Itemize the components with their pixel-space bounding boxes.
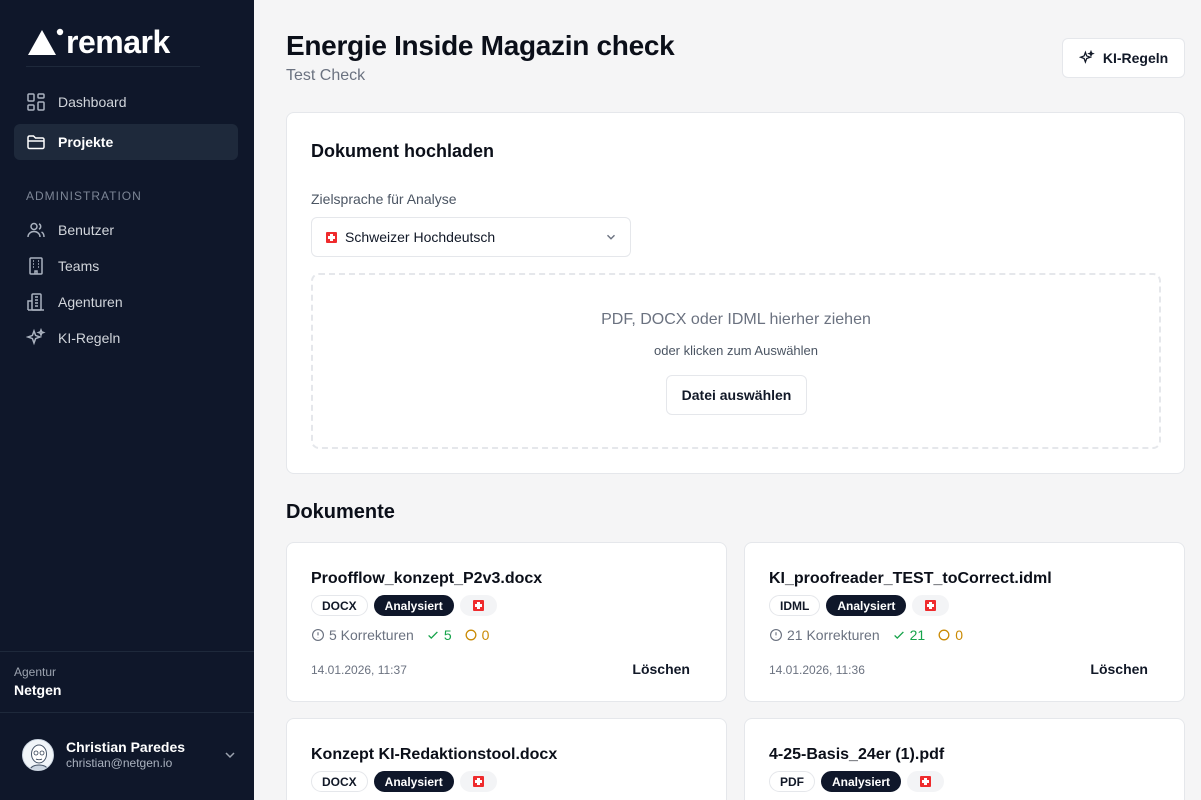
documents-title: Dokumente [286, 501, 395, 523]
language-badge [907, 771, 945, 792]
ki-regeln-button[interactable]: KI-Regeln [1062, 38, 1185, 78]
avatar [22, 739, 54, 771]
ki-regeln-label: KI-Regeln [1102, 50, 1169, 66]
language-badge [459, 771, 497, 792]
sidebar-item-label: Projekte [58, 134, 114, 150]
check-icon [427, 631, 438, 639]
upload-card: Dokument hochladen Zielsprache für Analy… [286, 112, 1185, 474]
choose-file-button[interactable]: Datei auswählen [666, 375, 807, 415]
file-type-badge: IDML [769, 595, 821, 616]
nav-section-heading: ADMINISTRATION [26, 189, 142, 203]
accepted-count: 5 [426, 627, 452, 643]
language-badge [459, 595, 497, 616]
user-name: Christian Paredes [66, 739, 186, 755]
open-count: 0 [937, 627, 963, 643]
divider [0, 651, 254, 652]
file-type-badge: DOCX [311, 771, 368, 792]
agency-name: Netgen [14, 682, 62, 698]
sparkles-icon [26, 328, 46, 346]
users-icon [27, 222, 45, 238]
document-card[interactable]: Proofflow_konzept_P2v3.docx DOCX Analysi… [286, 542, 727, 702]
open-count: 0 [464, 627, 489, 643]
swiss-flag-icon [925, 600, 937, 611]
language-select[interactable]: Schweizer Hochdeutsch [311, 217, 631, 257]
document-card[interactable]: Konzept KI-Redaktionstool.docx DOCX Anal… [286, 718, 727, 800]
language-badge [912, 595, 950, 616]
brand-name: remark [66, 24, 170, 60]
document-date: 14.01.2026, 11:36 [769, 663, 865, 677]
dropzone-subtext: oder klicken zum Auswählen [653, 343, 819, 358]
sidebar-item-agenturen[interactable]: Agenturen [14, 284, 238, 320]
sidebar-item-label: Benutzer [58, 222, 115, 238]
info-circle-icon [312, 629, 324, 641]
accepted-count: 21 [892, 627, 925, 643]
sparkles-icon [1078, 50, 1095, 64]
upload-title: Dokument hochladen [311, 141, 495, 161]
sidebar-item-label: Dashboard [58, 94, 127, 110]
building-icon [29, 257, 43, 275]
file-dropzone[interactable]: PDF, DOCX oder IDML hierher ziehen oder … [311, 273, 1161, 449]
status-badge: Analysiert [821, 771, 902, 792]
delete-button[interactable]: Löschen [1090, 661, 1148, 677]
page-title: Energie Inside Magazin check [286, 30, 675, 61]
status-badge: Analysiert [373, 595, 454, 616]
circle-icon [938, 629, 950, 641]
document-name[interactable]: Proofflow_konzept_P2v3.docx [311, 570, 542, 588]
sidebar-item-label: KI-Regeln [58, 330, 121, 346]
circle-icon [465, 629, 477, 641]
file-type-badge: DOCX [311, 595, 368, 616]
swiss-flag-icon [472, 600, 484, 611]
office-icon [27, 293, 44, 311]
chevron-down-icon [225, 752, 235, 759]
language-value: Schweizer Hochdeutsch [345, 229, 496, 245]
corrections-count: 21 Korrekturen [769, 627, 880, 643]
agency-label: Agentur [14, 665, 57, 679]
swiss-flag-icon [326, 231, 337, 243]
swiss-flag-icon [472, 776, 484, 787]
divider [0, 712, 254, 713]
brand-logo[interactable]: remark [28, 26, 170, 58]
sidebar-item-label: Teams [58, 258, 100, 274]
sidebar-item-benutzer[interactable]: Benutzer [14, 212, 238, 248]
divider [26, 66, 200, 67]
corrections-count: 5 Korrekturen [311, 627, 414, 643]
document-name[interactable]: 4-25-Basis_24er (1).pdf [769, 746, 944, 764]
sidebar-item-label: Agenturen [58, 294, 123, 310]
document-card[interactable]: KI_proofreader_TEST_toCorrect.idml IDML … [744, 542, 1185, 702]
document-card[interactable]: 4-25-Basis_24er (1).pdf PDF Analysiert [744, 718, 1185, 800]
user-email: christian@netgen.io [66, 756, 173, 770]
dropzone-text: PDF, DOCX oder IDML hierher ziehen [601, 311, 871, 328]
chevron-down-icon [607, 234, 615, 240]
check-icon [893, 631, 904, 639]
status-badge: Analysiert [826, 595, 907, 616]
logo-triangle-icon [28, 28, 64, 55]
language-label: Zielsprache für Analyse [311, 191, 457, 207]
sidebar-item-projekte[interactable]: Projekte [14, 124, 238, 160]
info-circle-icon [770, 629, 782, 641]
swiss-flag-icon [920, 776, 932, 787]
sidebar-item-teams[interactable]: Teams [14, 248, 238, 284]
document-name[interactable]: KI_proofreader_TEST_toCorrect.idml [769, 570, 1052, 588]
document-date: 14.01.2026, 11:37 [311, 663, 407, 677]
folder-icon [27, 135, 45, 150]
sidebar-item-dashboard[interactable]: Dashboard [14, 84, 238, 120]
page-subtitle: Test Check [286, 67, 366, 84]
file-type-badge: PDF [769, 771, 815, 792]
sidebar-item-ki-regeln[interactable]: KI-Regeln [14, 320, 238, 356]
dashboard-icon [27, 93, 45, 111]
sidebar: remark Dashboard Projekte ADMINISTRATION… [0, 0, 254, 800]
delete-button[interactable]: Löschen [632, 661, 690, 677]
document-name[interactable]: Konzept KI-Redaktionstool.docx [311, 746, 557, 764]
user-menu[interactable]: Christian Paredes christian@netgen.io [22, 738, 238, 772]
status-badge: Analysiert [373, 771, 454, 792]
